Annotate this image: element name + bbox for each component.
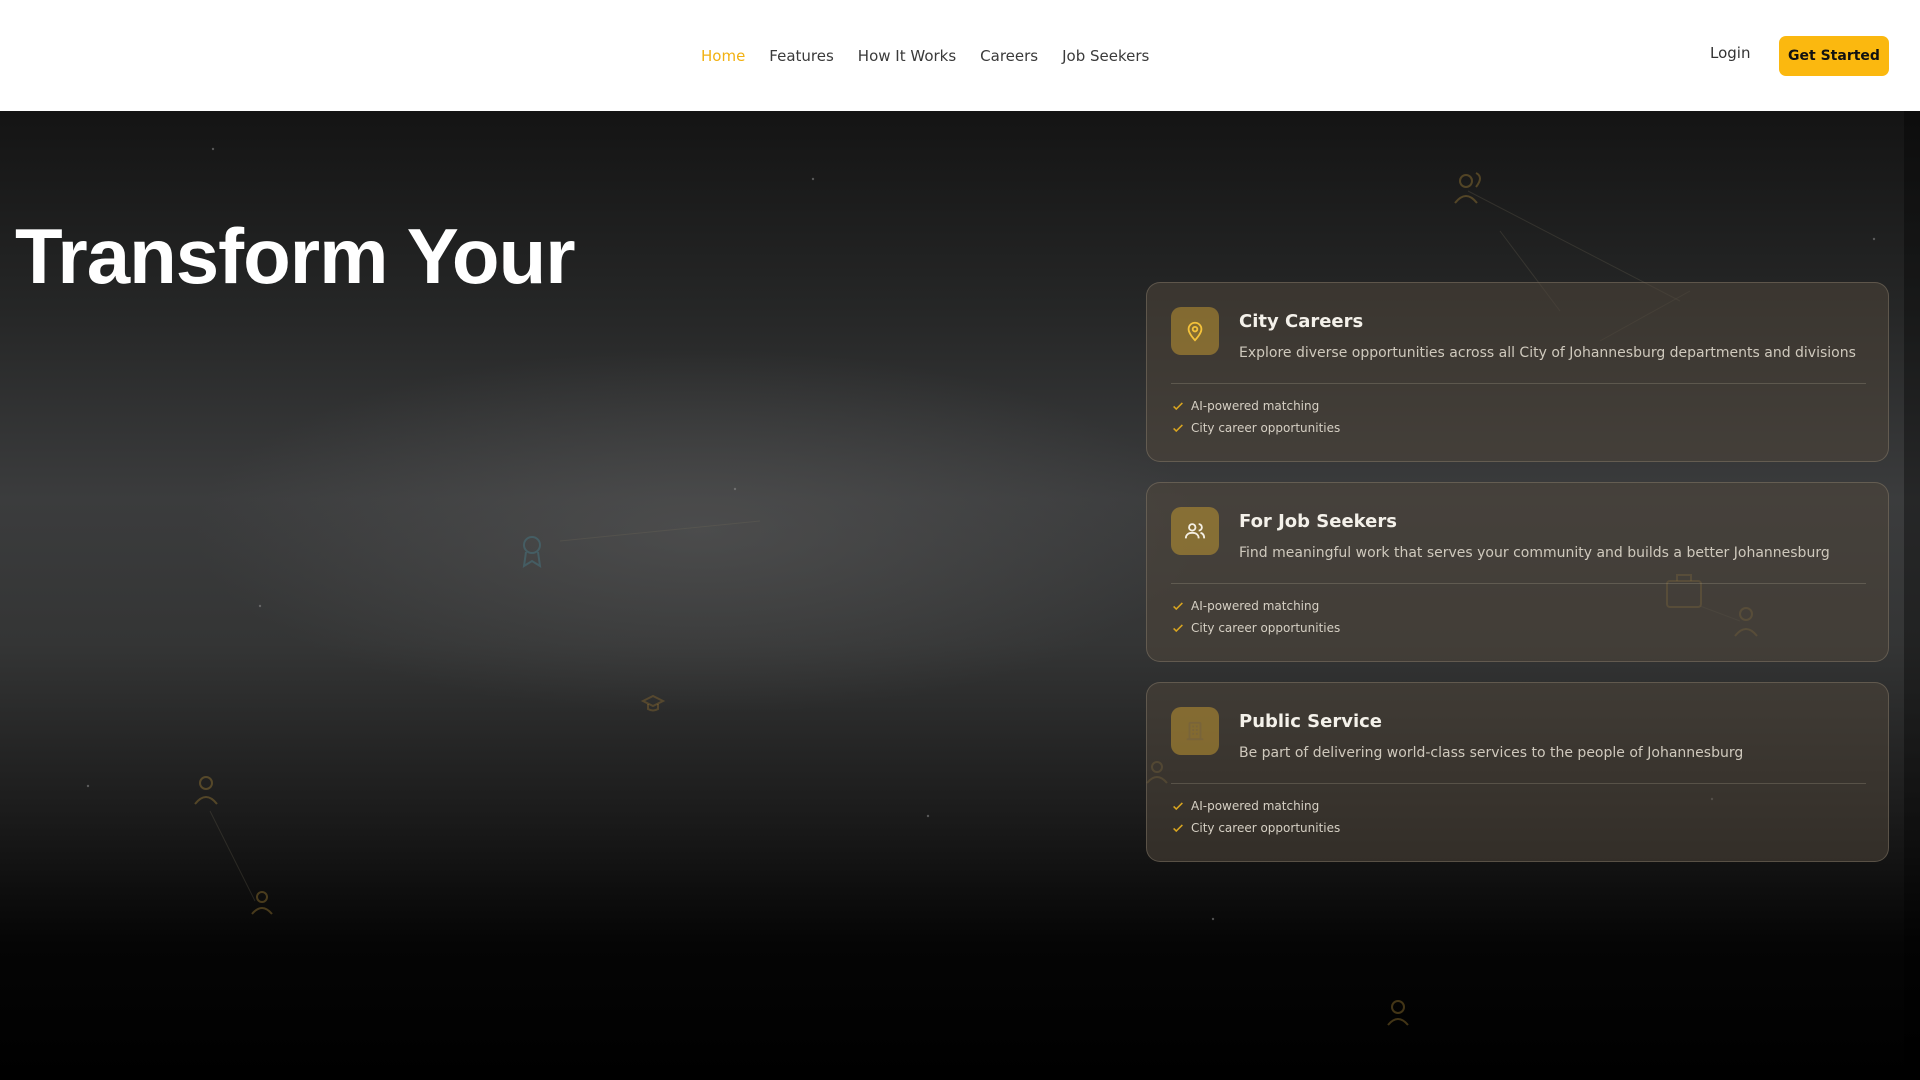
login-link[interactable]: Login xyxy=(1710,44,1750,62)
graduation-cap-icon xyxy=(640,694,666,712)
nav-link-careers[interactable]: Careers xyxy=(980,47,1038,65)
users-icon xyxy=(1454,172,1481,204)
top-navbar: Home Features How It Works Careers Job S… xyxy=(0,0,1920,111)
feature-label: City career opportunities xyxy=(1191,421,1341,435)
feature-item: AI-powered matching xyxy=(1171,599,1319,613)
card-divider xyxy=(1171,383,1866,384)
nav-link-features[interactable]: Features xyxy=(769,47,834,65)
feature-item: City career opportunities xyxy=(1171,621,1340,635)
check-icon xyxy=(1173,402,1183,411)
feature-item: AI-powered matching xyxy=(1171,399,1319,413)
hero-section: Transform Your City Careers Explore dive… xyxy=(0,111,1920,1080)
feature-item: City career opportunities xyxy=(1171,421,1340,435)
card-title: Public Service xyxy=(1239,711,1382,732)
card-title: City Careers xyxy=(1239,311,1364,332)
feature-card-public-service[interactable]: Public Service Be part of delivering wor… xyxy=(1146,682,1889,862)
feature-label: AI-powered matching xyxy=(1191,399,1320,413)
map-pin-icon xyxy=(1171,307,1219,355)
card-description: Find meaningful work that serves your co… xyxy=(1239,545,1830,561)
nav-link-home[interactable]: Home xyxy=(701,47,745,65)
card-description: Explore diverse opportunities across all… xyxy=(1239,345,1856,361)
check-icon xyxy=(1173,802,1183,811)
check-icon xyxy=(1173,824,1183,833)
award-icon xyxy=(522,536,542,568)
users-icon xyxy=(1171,507,1219,555)
hero-headline: Transform Your xyxy=(15,212,576,300)
get-started-button[interactable]: Get Started xyxy=(1779,36,1889,76)
feature-item: AI-powered matching xyxy=(1171,799,1319,813)
main-nav: Home Features How It Works Careers Job S… xyxy=(701,0,1173,111)
check-icon xyxy=(1173,624,1183,633)
feature-card-city-careers[interactable]: City Careers Explore diverse opportuniti… xyxy=(1146,282,1889,462)
card-divider xyxy=(1171,783,1866,784)
feature-label: City career opportunities xyxy=(1191,821,1341,835)
building-icon xyxy=(1171,707,1219,755)
feature-card-job-seekers[interactable]: For Job Seekers Find meaningful work tha… xyxy=(1146,482,1889,662)
card-description: Be part of delivering world-class servic… xyxy=(1239,745,1744,761)
feature-label: AI-powered matching xyxy=(1191,799,1320,813)
scrollbar-track xyxy=(1904,111,1920,1080)
check-icon xyxy=(1173,424,1183,433)
feature-item: City career opportunities xyxy=(1171,821,1340,835)
card-divider xyxy=(1171,583,1866,584)
feature-label: AI-powered matching xyxy=(1191,599,1320,613)
nav-link-how-it-works[interactable]: How It Works xyxy=(858,47,956,65)
check-icon xyxy=(1173,602,1183,611)
card-title: For Job Seekers xyxy=(1239,511,1397,532)
feature-label: City career opportunities xyxy=(1191,621,1341,635)
nav-link-job-seekers[interactable]: Job Seekers xyxy=(1062,47,1149,65)
